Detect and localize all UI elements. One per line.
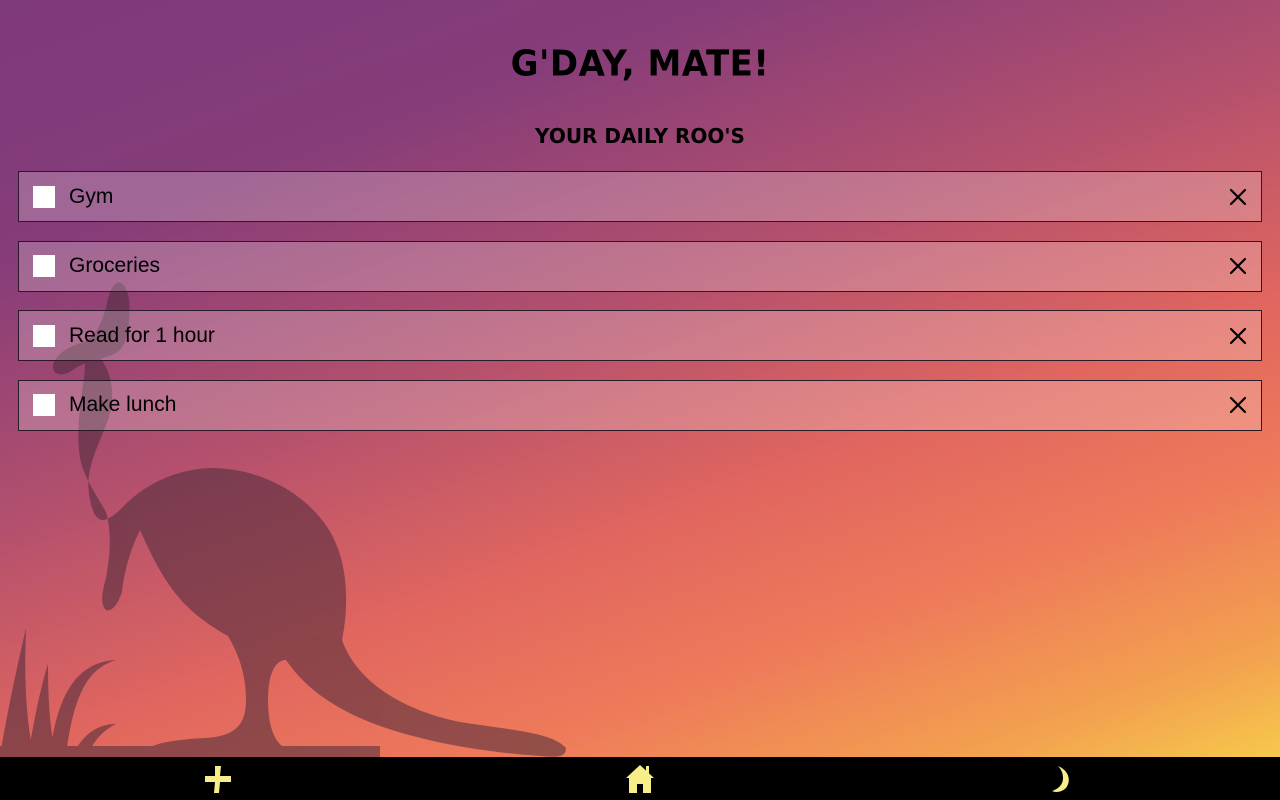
todo-checkbox[interactable] <box>33 255 55 277</box>
todo-checkbox[interactable] <box>33 394 55 416</box>
add-button[interactable] <box>200 761 236 797</box>
todo-label: Make lunch <box>69 393 177 416</box>
page-title: G'DAY, MATE! <box>510 43 770 85</box>
home-button[interactable] <box>622 761 658 797</box>
todo-item: Groceries <box>18 240 1262 292</box>
delete-button[interactable] <box>1227 325 1249 347</box>
todo-label: Groceries <box>69 254 161 277</box>
todo-label: Gym <box>69 184 114 208</box>
close-icon <box>1229 257 1247 275</box>
delete-button[interactable] <box>1227 255 1249 277</box>
todo-item: Make lunch <box>18 379 1262 431</box>
todo-checkbox[interactable] <box>33 324 55 347</box>
close-icon <box>1229 188 1247 205</box>
bottom-nav <box>0 757 1280 800</box>
delete-button[interactable] <box>1227 186 1249 208</box>
todo-list: Gym Groceries Read for 1 hour Make lunch <box>18 171 1262 449</box>
theme-toggle-button[interactable] <box>1044 761 1080 797</box>
todo-item: Gym <box>18 171 1262 222</box>
page-subtitle: YOUR DAILY ROO'S <box>535 124 745 148</box>
home-icon <box>626 765 654 793</box>
todo-checkbox[interactable] <box>33 185 55 208</box>
plus-icon <box>205 766 231 793</box>
close-icon <box>1229 327 1247 344</box>
moon-icon <box>1052 766 1069 792</box>
todo-label: Read for 1 hour <box>69 323 215 347</box>
close-icon <box>1229 396 1247 414</box>
todo-item: Read for 1 hour <box>18 310 1262 361</box>
delete-button[interactable] <box>1227 394 1249 416</box>
